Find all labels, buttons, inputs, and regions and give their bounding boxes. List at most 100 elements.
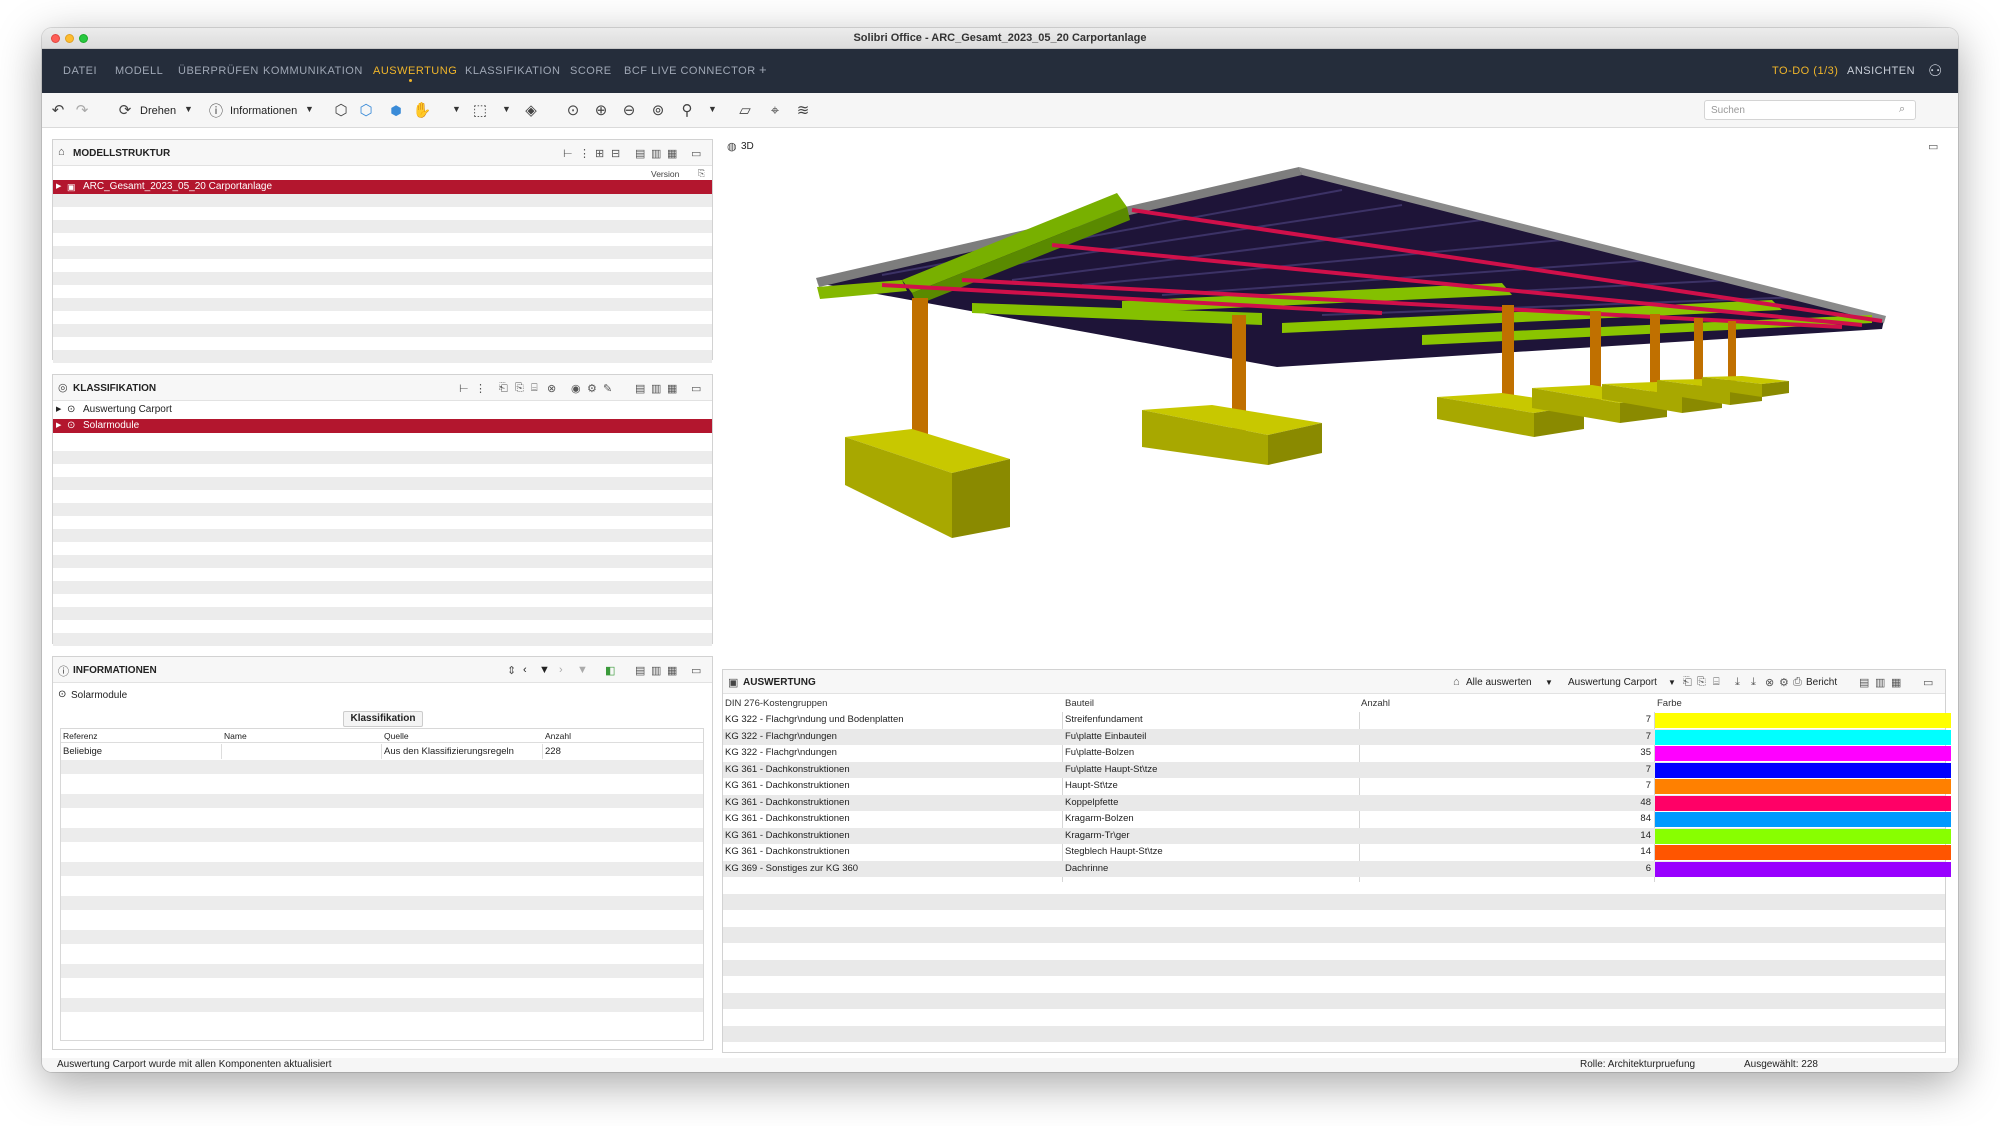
evaluation-preset-select[interactable]: Auswertung Carport bbox=[1568, 677, 1657, 688]
color-swatch[interactable] bbox=[1655, 779, 1951, 794]
export-icon[interactable]: ▤ bbox=[635, 664, 645, 677]
gear-icon[interactable]: ⚙ bbox=[1779, 676, 1789, 689]
section-box-icon[interactable]: ◈ bbox=[520, 102, 542, 120]
sort-icon[interactable]: ⇕ bbox=[507, 664, 516, 677]
open-folder-icon[interactable]: ⌸ bbox=[531, 382, 538, 395]
zoom-window-icon[interactable]: ⊚ bbox=[649, 102, 667, 120]
menu-datei[interactable]: DATEI bbox=[63, 65, 97, 77]
transparent-view-icon[interactable]: ⬡ bbox=[356, 102, 376, 120]
settings-icon[interactable]: ▦ bbox=[667, 382, 677, 395]
search-input[interactable] bbox=[1704, 100, 1916, 120]
measure-dropdown-chevron-icon[interactable]: ▼ bbox=[708, 104, 717, 114]
tree-row-model[interactable]: ▶ ▣ ARC_Gesamt_2023_05_20 Carportanlage bbox=[53, 180, 712, 194]
box-dropdown-chevron-icon[interactable]: ▼ bbox=[502, 104, 511, 114]
table-row[interactable]: KG 361 - Dachkonstruktionen Stegblech Hau… bbox=[723, 844, 1951, 861]
menu-klassifikation[interactable]: KLASSIFIKATION bbox=[465, 65, 560, 77]
tree-view-icon[interactable]: ⊢ bbox=[563, 147, 573, 160]
expand-arrow-icon[interactable]: ▶ bbox=[56, 403, 61, 417]
edit-icon[interactable]: ✎ bbox=[603, 382, 612, 395]
copy-icon[interactable]: ⎘ bbox=[515, 382, 524, 395]
history-dropdown-chevron-icon[interactable]: ▼ bbox=[539, 664, 550, 676]
settings-icon[interactable]: ▦ bbox=[667, 147, 677, 160]
list-view-icon[interactable]: ⋮ bbox=[475, 382, 486, 395]
preset-dropdown-chevron-icon[interactable]: ▼ bbox=[1668, 678, 1676, 687]
3d-viewport[interactable]: ◍ 3D ▭ bbox=[722, 135, 1946, 545]
info-icon[interactable]: ⓘ bbox=[207, 102, 225, 120]
export-icon[interactable]: ▤ bbox=[635, 382, 645, 395]
menu-ueberpruefen[interactable]: ÜBERPRÜFEN bbox=[178, 65, 259, 77]
download-icon[interactable]: ⤓ bbox=[1751, 676, 1756, 689]
group-icon[interactable]: ⊟ bbox=[611, 147, 620, 160]
hand-pan-icon[interactable]: ✋ bbox=[412, 102, 432, 120]
copy-icon[interactable]: ⎘ bbox=[1697, 676, 1706, 689]
table-row[interactable]: KG 361 - Dachkonstruktionen Kragarm-Bolze… bbox=[723, 811, 1951, 828]
zoom-in-icon[interactable]: ⊕ bbox=[592, 102, 610, 120]
isolate-view-icon[interactable]: ⬢ bbox=[387, 102, 405, 120]
color-swatch[interactable] bbox=[1655, 746, 1951, 761]
maximize-icon[interactable]: ▭ bbox=[691, 382, 701, 395]
forward-icon[interactable]: › bbox=[559, 664, 563, 676]
maximize-icon[interactable]: ▭ bbox=[691, 664, 701, 677]
zoom-fit-icon[interactable]: ⊙ bbox=[564, 102, 582, 120]
search-icon[interactable]: ⌕ bbox=[1899, 103, 1905, 116]
report-icon[interactable]: ⎙ bbox=[1793, 676, 1802, 689]
forward-dropdown-chevron-icon[interactable]: ▼ bbox=[577, 664, 588, 676]
info-dropdown-chevron-icon[interactable]: ▼ bbox=[305, 104, 314, 114]
table-row[interactable]: KG 322 - Flachgr\ndungen Fu\platte-Bolzen… bbox=[723, 745, 1951, 762]
menu-modell[interactable]: MODELL bbox=[115, 65, 163, 77]
color-swatch[interactable] bbox=[1655, 729, 1951, 745]
visibility-icon[interactable]: ◉ bbox=[571, 382, 581, 395]
new-classification-icon[interactable]: ⎗ bbox=[499, 382, 508, 395]
info-mode-label[interactable]: Informationen bbox=[230, 105, 297, 117]
menu-score[interactable]: SCORE bbox=[570, 65, 612, 77]
color-swatch[interactable] bbox=[1655, 828, 1951, 844]
tree-row-auswertung-carport[interactable]: ▶ ⊙ Auswertung Carport bbox=[53, 403, 712, 417]
rotate-dropdown-chevron-icon[interactable]: ▼ bbox=[184, 104, 193, 114]
report-button[interactable]: Bericht bbox=[1806, 677, 1837, 688]
print-icon[interactable]: ▥ bbox=[651, 664, 661, 677]
color-swatch[interactable] bbox=[1655, 861, 1951, 877]
table-row[interactable]: KG 322 - Flachgr\ndung und Bodenplatten S… bbox=[723, 712, 1951, 729]
add-tab-button[interactable]: + bbox=[759, 62, 767, 77]
export-icon[interactable]: ▤ bbox=[635, 147, 645, 160]
color-swatch[interactable] bbox=[1655, 762, 1951, 778]
tab-klassifikation[interactable]: Klassifikation bbox=[343, 711, 423, 727]
print-icon[interactable]: ▥ bbox=[1875, 676, 1885, 689]
rotate-mode-label[interactable]: Drehen bbox=[140, 105, 176, 117]
open-folder-icon[interactable]: ⌸ bbox=[1713, 676, 1720, 689]
table-row[interactable]: KG 322 - Flachgr\ndungen Fu\platte Einbau… bbox=[723, 728, 1951, 745]
todo-button[interactable]: TO-DO (1/3) bbox=[1772, 65, 1838, 77]
color-swatch[interactable] bbox=[1655, 713, 1951, 728]
layers-icon[interactable]: ≋ bbox=[792, 102, 814, 120]
pan-dropdown-chevron-icon[interactable]: ▼ bbox=[452, 104, 461, 114]
table-row[interactable]: KG 361 - Dachkonstruktionen Kragarm-Tr\ge… bbox=[723, 827, 1951, 844]
print-icon[interactable]: ▥ bbox=[651, 382, 661, 395]
evaluate-all-dropdown-chevron-icon[interactable]: ▼ bbox=[1545, 678, 1553, 687]
box-view-icon[interactable]: ⬚ bbox=[469, 102, 491, 120]
menu-bcf-live-connector[interactable]: BCF LIVE CONNECTOR bbox=[624, 65, 756, 77]
gear-icon[interactable]: ⚙ bbox=[587, 382, 597, 395]
user-profile-icon[interactable]: ⚇ bbox=[1928, 61, 1942, 81]
redo-icon[interactable]: ↷ bbox=[72, 102, 92, 120]
views-button[interactable]: ANSICHTEN bbox=[1847, 65, 1915, 77]
remove-icon[interactable]: ⊗ bbox=[547, 382, 556, 395]
remove-icon[interactable]: ⊗ bbox=[1765, 676, 1774, 689]
maximize-icon[interactable]: ▭ bbox=[691, 147, 701, 160]
measure-icon[interactable]: ⚲ bbox=[678, 102, 696, 120]
color-swatch[interactable] bbox=[1655, 845, 1951, 860]
rotate-icon[interactable]: ⟳ bbox=[116, 102, 134, 120]
table-row[interactable]: KG 369 - Sonstiges zur KG 360 Dachrinne 6 bbox=[723, 860, 1951, 877]
map-icon[interactable]: ⌖ bbox=[764, 102, 786, 120]
expand-icon[interactable]: ⊞ bbox=[595, 147, 604, 160]
color-swatch[interactable] bbox=[1655, 812, 1951, 827]
expand-arrow-icon[interactable]: ▶ bbox=[56, 419, 61, 433]
table-row[interactable]: KG 361 - Dachkonstruktionen Haupt-St\tze 7 bbox=[723, 778, 1951, 795]
settings-icon[interactable]: ▦ bbox=[1891, 676, 1901, 689]
import-icon[interactable]: ⤓ bbox=[1735, 676, 1740, 689]
zoom-out-icon[interactable]: ⊖ bbox=[620, 102, 638, 120]
maximize-icon[interactable]: ▭ bbox=[1923, 676, 1933, 689]
print-icon[interactable]: ▥ bbox=[651, 147, 661, 160]
sync-selection-icon[interactable]: ◧ bbox=[605, 664, 615, 677]
tree-row-solarmodule[interactable]: ▶ ⊙ Solarmodule bbox=[53, 419, 712, 433]
list-view-icon[interactable]: ⋮ bbox=[579, 147, 590, 160]
